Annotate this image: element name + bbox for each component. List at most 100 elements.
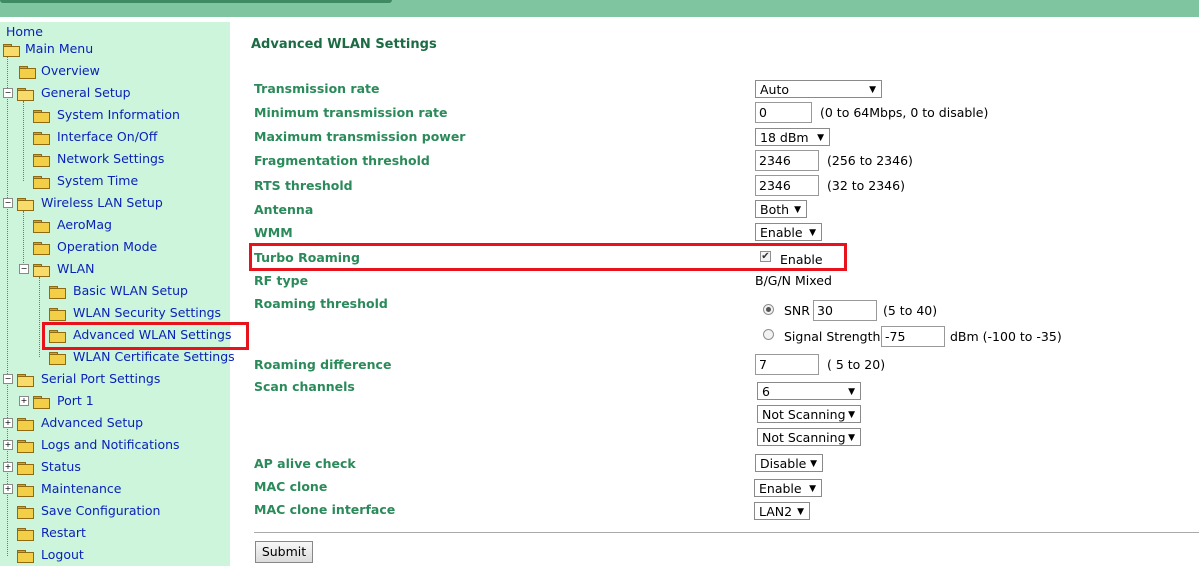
rf-type-value: B/G/N Mixed: [755, 273, 832, 288]
mac-clone-select[interactable]: Enable ▼: [754, 479, 822, 497]
sidebar-item-overview[interactable]: Overview: [19, 61, 100, 81]
snr-radio[interactable]: [763, 304, 774, 315]
scan-channel-1-select[interactable]: 6 ▼: [757, 382, 861, 400]
wmm-label: WMM: [254, 225, 293, 240]
min-transmission-rate-label: Minimum transmission rate: [254, 105, 448, 120]
scan-channel-2-select[interactable]: Not Scanning ▼: [757, 405, 861, 423]
dropdown-arrow-icon: ▼: [817, 133, 824, 143]
collapse-icon[interactable]: −: [3, 88, 13, 98]
dropdown-arrow-icon: ▼: [809, 484, 816, 494]
sidebar-highlight-box: [42, 322, 249, 350]
sidebar-item-maintenance[interactable]: + Maintenance: [3, 479, 122, 499]
snr-hint: (5 to 40): [883, 303, 938, 318]
sidebar-item-save-configuration[interactable]: Save Configuration: [17, 501, 160, 521]
transmission-rate-select[interactable]: Auto ▼: [755, 80, 882, 98]
folder-icon: [33, 110, 50, 123]
ap-alive-check-label: AP alive check: [254, 456, 356, 471]
expand-icon[interactable]: +: [3, 484, 13, 494]
folder-icon: [17, 506, 34, 519]
folder-open-icon: [17, 198, 34, 211]
roaming-threshold-label: Roaming threshold: [254, 296, 388, 311]
dropdown-arrow-icon: ▼: [869, 85, 876, 95]
folder-icon: [33, 242, 50, 255]
mac-clone-interface-label: MAC clone interface: [254, 502, 396, 517]
folder-icon: [33, 396, 50, 409]
scan-channel-3-select[interactable]: Not Scanning ▼: [757, 428, 861, 446]
folder-open-icon: [17, 374, 34, 387]
sidebar-item-wlan-certificate-settings[interactable]: WLAN Certificate Settings: [49, 347, 235, 367]
sidebar-item-wlan-security-settings[interactable]: WLAN Security Settings: [49, 303, 221, 323]
sidebar-item-restart[interactable]: Restart: [17, 523, 86, 543]
antenna-label: Antenna: [254, 202, 314, 217]
dropdown-arrow-icon: ▼: [797, 507, 804, 517]
snr-label: SNR: [784, 303, 810, 318]
folder-icon: [49, 352, 66, 365]
sidebar-item-basic-wlan-setup[interactable]: Basic WLAN Setup: [49, 281, 188, 301]
top-banner: [0, 0, 1199, 17]
max-transmission-power-label: Maximum transmission power: [254, 129, 466, 144]
rts-threshold-label: RTS threshold: [254, 178, 353, 193]
sidebar-item-general-setup[interactable]: − General Setup: [3, 83, 131, 103]
sidebar-item-aeromag[interactable]: AeroMag: [33, 215, 112, 235]
folder-icon: [33, 132, 50, 145]
submit-button[interactable]: Submit: [255, 541, 313, 563]
sidebar-item-port1[interactable]: + Port 1: [19, 391, 94, 411]
dropdown-arrow-icon: ▼: [794, 205, 801, 215]
rts-threshold-hint: (32 to 2346): [827, 178, 905, 193]
folder-icon: [17, 484, 34, 497]
fragmentation-threshold-hint: (256 to 2346): [827, 153, 913, 168]
sidebar-item-network-settings[interactable]: Network Settings: [33, 149, 164, 169]
sidebar-item-advanced-setup[interactable]: + Advanced Setup: [3, 413, 143, 433]
mac-clone-interface-select[interactable]: LAN2 ▼: [754, 502, 810, 520]
wmm-select[interactable]: Enable ▼: [755, 223, 822, 241]
folder-icon: [33, 220, 50, 233]
collapse-icon[interactable]: −: [3, 374, 13, 384]
folder-icon: [17, 528, 34, 541]
folder-icon: [49, 286, 66, 299]
sidebar-item-wlan[interactable]: − WLAN: [19, 259, 95, 279]
folder-icon: [33, 154, 50, 167]
folder-icon: [17, 418, 34, 431]
tree-line: [23, 101, 24, 181]
turbo-roaming-highlight-box: [249, 243, 847, 271]
max-transmission-power-select[interactable]: 18 dBm ▼: [755, 128, 830, 146]
roaming-difference-hint: ( 5 to 20): [827, 357, 886, 372]
main-content: Advanced WLAN Settings Transmission rate…: [230, 22, 1199, 566]
snr-input[interactable]: 30: [813, 300, 877, 321]
folder-icon: [49, 308, 66, 321]
sidebar-item-system-information[interactable]: System Information: [33, 105, 180, 125]
collapse-icon[interactable]: −: [3, 198, 13, 208]
sidebar-item-system-time[interactable]: System Time: [33, 171, 138, 191]
sidebar-item-wireless-lan-setup[interactable]: − Wireless LAN Setup: [3, 193, 163, 213]
ap-alive-check-select[interactable]: Disable ▼: [755, 454, 823, 472]
fragmentation-threshold-input[interactable]: 2346: [755, 150, 819, 171]
sidebar-item-operation-mode[interactable]: Operation Mode: [33, 237, 157, 257]
sidebar-item-logs-notifications[interactable]: + Logs and Notifications: [3, 435, 180, 455]
sidebar-item-logout[interactable]: Logout: [17, 545, 84, 565]
dropdown-arrow-icon: ▼: [848, 410, 855, 420]
expand-icon[interactable]: +: [19, 396, 29, 406]
collapse-icon[interactable]: −: [19, 264, 29, 274]
roaming-difference-input[interactable]: 7: [755, 354, 819, 375]
scan-channels-label: Scan channels: [254, 379, 355, 394]
sidebar-item-serial-port-settings[interactable]: − Serial Port Settings: [3, 369, 160, 389]
signal-strength-radio[interactable]: [763, 329, 774, 340]
expand-icon[interactable]: +: [3, 418, 13, 428]
dropdown-arrow-icon: ▼: [809, 228, 816, 238]
expand-icon[interactable]: +: [3, 462, 13, 472]
signal-strength-hint: dBm (-100 to -35): [950, 329, 1062, 344]
signal-strength-input[interactable]: -75: [881, 326, 945, 347]
sidebar-item-main-menu[interactable]: Main Menu: [3, 39, 93, 59]
expand-icon[interactable]: +: [3, 440, 13, 450]
rts-threshold-input[interactable]: 2346: [755, 175, 819, 196]
min-transmission-rate-input[interactable]: 0: [755, 102, 812, 123]
sidebar-item-interface-onoff[interactable]: Interface On/Off: [33, 127, 157, 147]
folder-icon: [17, 462, 34, 475]
mac-clone-label: MAC clone: [254, 479, 328, 494]
antenna-select[interactable]: Both ▼: [755, 200, 807, 218]
dropdown-arrow-icon: ▼: [848, 387, 855, 397]
roaming-difference-label: Roaming difference: [254, 357, 392, 372]
sidebar-item-status[interactable]: + Status: [3, 457, 81, 477]
transmission-rate-label: Transmission rate: [254, 81, 380, 96]
page-title: Advanced WLAN Settings: [251, 37, 437, 52]
